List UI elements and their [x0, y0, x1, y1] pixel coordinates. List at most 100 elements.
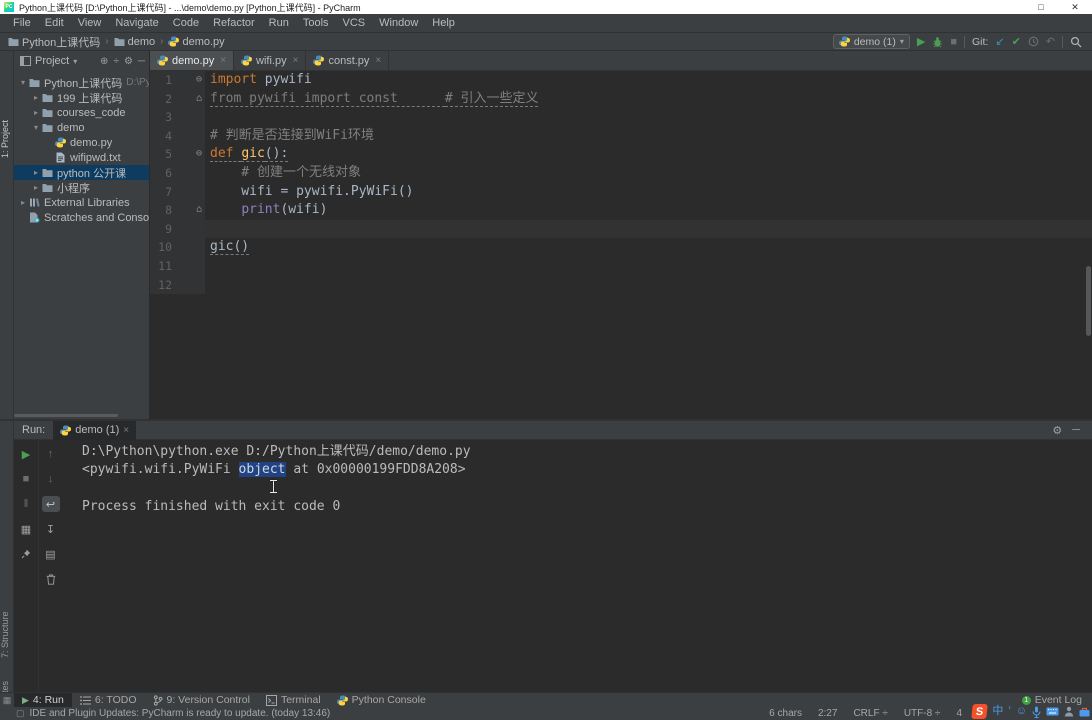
ime-emoji-icon[interactable]: ☺ — [1016, 705, 1027, 718]
fold-marker-icon[interactable]: ⌂ — [172, 90, 205, 109]
tree-chevron-icon[interactable]: ▸ — [31, 93, 41, 102]
tree-item-python-[interactable]: ▸ python 公开课 — [14, 165, 149, 180]
editor-tab-wifi-py[interactable]: wifi.py × — [234, 51, 307, 70]
tree-item--[interactable]: ▸ 小程序 — [14, 180, 149, 195]
tree-item-scratches-and-consoles[interactable]: Scratches and Consoles — [14, 210, 149, 225]
fold-marker-icon[interactable]: ⌂ — [172, 201, 205, 220]
tool-window-switcher-icon[interactable]: ▦ — [0, 695, 14, 706]
encoding-selector[interactable]: UTF-8 ÷ — [904, 708, 941, 719]
menu-item-navigate[interactable]: Navigate — [108, 17, 165, 29]
ime-toolbox-icon[interactable] — [1079, 707, 1090, 717]
menu-item-window[interactable]: Window — [372, 17, 425, 29]
close-icon[interactable]: × — [293, 55, 299, 66]
search-everywhere-button[interactable] — [1070, 36, 1082, 48]
tool-window-button-6-todo[interactable]: 6: TODO — [72, 693, 145, 708]
tree-chevron-icon[interactable]: ▸ — [31, 108, 41, 117]
menu-item-file[interactable]: File — [6, 17, 38, 29]
next-occurrence-button[interactable]: ↓ — [42, 471, 60, 487]
breadcrumb-item[interactable]: Python上课代码 — [8, 34, 100, 50]
tool-window-button-9-version-control[interactable]: 9: Version Control — [145, 693, 258, 708]
ime-language-icon[interactable]: 中 — [992, 705, 1003, 718]
pin-tab-button[interactable] — [17, 546, 35, 562]
breadcrumb-item[interactable]: demo.py — [168, 36, 225, 48]
close-icon[interactable]: × — [220, 55, 226, 66]
editor-gutter[interactable]: 12 — [150, 275, 205, 295]
project-settings-button[interactable]: ⚙ — [124, 56, 133, 67]
history-button[interactable] — [1028, 36, 1039, 47]
tool-window-button-4-run[interactable]: ▶ 4: Run — [14, 692, 72, 708]
menu-item-edit[interactable]: Edit — [38, 17, 71, 29]
menu-item-run[interactable]: Run — [262, 17, 296, 29]
editor-gutter[interactable]: 6 — [150, 163, 205, 183]
ime-punctuation-icon[interactable]: ’ — [1008, 705, 1010, 718]
tree-chevron-icon[interactable]: ▸ — [31, 183, 41, 192]
tree-chevron-icon[interactable]: ▾ — [31, 123, 41, 132]
editor-gutter[interactable]: 10 — [150, 238, 205, 257]
scroll-to-end-button[interactable]: ↧ — [42, 521, 60, 537]
menu-item-vcs[interactable]: VCS — [336, 17, 373, 29]
run-button[interactable]: ▶ — [917, 35, 925, 49]
stripe-structure-tab[interactable]: 7: Structure — [0, 599, 14, 671]
close-icon[interactable]: × — [375, 55, 381, 66]
tree-chevron-icon[interactable]: ▸ — [18, 198, 28, 207]
editor-tab-const-py[interactable]: const.py × — [306, 51, 390, 70]
tool-window-button-terminal[interactable]: Terminal — [258, 693, 329, 708]
editor-gutter[interactable]: 8 ⌂ — [150, 201, 205, 220]
line-ending-selector[interactable]: CRLF ÷ — [853, 708, 887, 719]
stripe-project-tab[interactable]: 1: Project — [0, 109, 14, 169]
ime-account-icon[interactable] — [1064, 706, 1074, 717]
tree-item-demo-py[interactable]: demo.py — [14, 135, 149, 150]
tree-item-python-[interactable]: ▾ Python上课代码D:\Python — [14, 75, 149, 90]
tree-item-external-libraries[interactable]: ▸ External Libraries — [14, 195, 149, 210]
horizontal-scrollbar[interactable] — [14, 414, 118, 417]
editor-gutter[interactable]: 11 — [150, 256, 205, 276]
caret-position[interactable]: 2:27 — [818, 708, 837, 719]
ime-keyboard-icon[interactable] — [1046, 707, 1059, 716]
tree-chevron-icon[interactable]: ▾ — [18, 78, 28, 87]
menu-item-view[interactable]: View — [71, 17, 109, 29]
collapse-all-button[interactable]: ÷ — [113, 56, 119, 67]
tree-item-demo[interactable]: ▾ demo — [14, 120, 149, 135]
menu-item-code[interactable]: Code — [166, 17, 206, 29]
pause-output-button[interactable]: ‖ — [17, 496, 35, 512]
close-icon[interactable]: × — [123, 425, 129, 436]
run-settings-button[interactable]: ⚙ — [1052, 424, 1062, 437]
locate-file-button[interactable]: ⊕ — [100, 56, 108, 67]
stop-button[interactable]: ■ — [17, 471, 35, 487]
breadcrumb-item[interactable]: demo — [114, 36, 155, 48]
tree-item-199-[interactable]: ▸ 199 上课代码 — [14, 90, 149, 105]
menu-item-tools[interactable]: Tools — [296, 17, 336, 29]
indent-size[interactable]: 4 — [956, 708, 962, 719]
tree-item-courses_code[interactable]: ▸ courses_code — [14, 105, 149, 120]
ime-mic-icon[interactable] — [1032, 706, 1041, 718]
editor-gutter[interactable]: 7 — [150, 182, 205, 202]
editor-gutter[interactable]: 1 ⊖ — [150, 71, 205, 90]
sogou-logo-icon[interactable]: S — [971, 704, 989, 719]
tool-window-button-python-console[interactable]: Python Console — [329, 693, 434, 708]
soft-wrap-button[interactable]: ↩ — [41, 496, 60, 512]
restore-layout-button[interactable]: ▦ — [17, 521, 35, 537]
debug-button[interactable] — [932, 36, 943, 48]
commit-button[interactable]: ✔ — [1012, 35, 1021, 49]
fold-marker-icon[interactable]: ⊖ — [172, 145, 205, 164]
close-button[interactable]: ✕ — [1058, 0, 1092, 14]
maximize-button[interactable]: □ — [1024, 0, 1058, 14]
fold-marker-icon[interactable]: ⊖ — [172, 71, 205, 90]
run-configuration-selector[interactable]: demo (1) ▾ — [832, 34, 910, 49]
print-console-button[interactable]: ▤ — [42, 546, 60, 562]
run-tab-demo[interactable]: demo (1) × — [53, 420, 137, 440]
rerun-button[interactable]: ▶ — [17, 446, 35, 462]
editor-gutter[interactable]: 2 ⌂ — [150, 89, 205, 109]
code-editor[interactable]: 1 ⊖ import pywifi 2 ⌂ from pywifi import cons… — [150, 71, 1092, 419]
update-project-button[interactable]: ↙ — [995, 35, 1004, 49]
undo-button[interactable]: ↶ — [1046, 35, 1055, 49]
editor-gutter[interactable]: 3 — [150, 108, 205, 127]
tree-item-wifipwd-txt[interactable]: wifipwd.txt — [14, 150, 149, 165]
chevron-down-icon[interactable]: ▾ — [73, 57, 77, 66]
hide-panel-button[interactable]: ─ — [138, 56, 145, 67]
hide-run-panel-button[interactable]: ─ — [1072, 424, 1080, 437]
prev-occurrence-button[interactable]: ↑ — [42, 446, 60, 462]
clear-all-button[interactable] — [42, 571, 60, 587]
editor-gutter[interactable]: 5 ⊖ — [150, 145, 205, 164]
vertical-scrollbar[interactable] — [1086, 266, 1091, 336]
